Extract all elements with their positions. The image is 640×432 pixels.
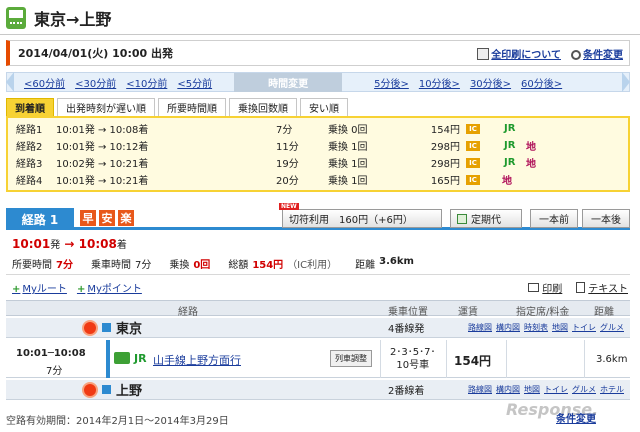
line-link[interactable]: 山手線上野方面行 [153, 352, 241, 368]
change-condition-link[interactable]: 条件変更 [571, 46, 623, 61]
segment-fare: 154円 [454, 354, 492, 368]
arrow-right-icon [622, 72, 630, 92]
my-route-link[interactable]: + Myルート [12, 280, 67, 295]
easy-badge: 楽 [118, 210, 134, 226]
pass-icon [457, 213, 467, 224]
segment-distance: 3.6km [596, 354, 628, 365]
arrival-platform: 2番線着 [388, 386, 425, 397]
cheap-badge: 安 [99, 210, 115, 226]
time-navigation: <60分前 <30分前 <10分前 <5分前 時間変更 5分後> 10分後> 3… [6, 72, 630, 92]
footer-change-condition-link[interactable]: 条件変更 [556, 410, 596, 425]
prev-5-link[interactable]: <5分前 [177, 75, 212, 90]
tab-duration[interactable]: 所要時間順 [158, 98, 226, 116]
hotel-link[interactable]: ホテル [600, 384, 624, 395]
train-adjust-button[interactable]: 列車調整 [330, 350, 372, 367]
printer-icon [477, 48, 490, 60]
ticket-fare-button[interactable]: NEW 切符利用 160円（+6円） [279, 203, 442, 228]
print-links: 印刷 テキスト [528, 280, 628, 295]
commuter-pass-button[interactable]: 定期代 [450, 209, 522, 228]
next-30-link[interactable]: 30分後> [470, 75, 511, 90]
search-condition-bar: 2014/04/01(火) 10:00 出発 全印刷について 条件変更 [6, 40, 630, 66]
segment-time: 10:01─10:08 [16, 348, 86, 359]
validity-period: 空路有効期間：2014年2月1日〜2014年3月29日 [6, 416, 229, 427]
gourmet-link[interactable]: グルメ [600, 322, 624, 333]
car-position: 2･3･5･7･ 10号車 [390, 347, 436, 371]
departure-station-links: 路線図 構内図 時刻表 地図 トイレ グルメ [468, 322, 624, 333]
fast-badge: 早 [80, 210, 96, 226]
ic-icon: IC [466, 140, 480, 151]
station-map-link[interactable]: 構内図 [496, 322, 520, 333]
divider [0, 34, 640, 35]
text-link[interactable]: テキスト [576, 280, 628, 295]
tab-late-departure[interactable]: 出発時刻が遅い順 [57, 98, 155, 116]
departure-platform: 4番線発 [388, 324, 425, 335]
operator-label: JR [134, 352, 147, 365]
summary-times: 10:01発 → 10:08着 [12, 237, 127, 251]
train-icon [6, 7, 26, 29]
detail-table-header: 経路 乗車位置 運賃 指定席/料金 距離 [6, 300, 630, 318]
map-link[interactable]: 地図 [524, 384, 540, 395]
divider [6, 274, 630, 275]
departure-marker-icon [84, 321, 96, 334]
next-train-button[interactable]: 一本後 [582, 209, 630, 228]
arrival-station-row: 上野 2番線着 路線図 構内図 地図 トイレ グルメ ホテル [6, 380, 630, 400]
timetable-link[interactable]: 時刻表 [524, 322, 548, 333]
page-title: 東京→上野 [34, 10, 112, 29]
route-map-link[interactable]: 路線図 [468, 322, 492, 333]
prev-train-button[interactable]: 一本前 [530, 209, 578, 228]
next-60-link[interactable]: 60分後> [521, 75, 562, 90]
segment-duration: 7分 [46, 366, 63, 377]
new-badge: NEW [279, 203, 299, 210]
summary-details: 所要時間 7分 乗車時間 7分 乗換 0回 総額 154円 （IC利用） 距離 3.6km [12, 256, 414, 271]
print-all-link[interactable]: 全印刷について [477, 46, 561, 61]
route-row-4[interactable]: 経路4 10:01発 → 10:21着 20分 乗換 1回 165円 IC 地 [8, 171, 628, 188]
toilet-link[interactable]: トイレ [572, 322, 596, 333]
arrival-station-links: 路線図 構内図 地図 トイレ グルメ ホテル [468, 384, 624, 395]
prev-30-link[interactable]: <30分前 [75, 75, 116, 90]
line-color-bar [106, 340, 110, 378]
route-map-link[interactable]: 路線図 [468, 384, 492, 395]
departure-station-row: 東京 4番線発 路線図 構内図 時刻表 地図 トイレ グルメ [6, 318, 630, 338]
station-map-link[interactable]: 構内図 [496, 384, 520, 395]
arrow-left-icon [6, 72, 14, 92]
print-link[interactable]: 印刷 [528, 280, 562, 295]
toilet-link[interactable]: トイレ [544, 384, 568, 395]
arrival-station-name[interactable]: 上野 [116, 380, 142, 399]
route-list: 経路1 10:01発 → 10:08着 7分 乗換 0回 154円 IC JR 経路2 10:… [6, 116, 630, 192]
ic-icon: IC [466, 157, 480, 168]
prev-10-link[interactable]: <10分前 [126, 75, 167, 90]
tab-cheapest[interactable]: 安い順 [300, 98, 348, 116]
route-row-2[interactable]: 経路2 10:01発 → 10:12着 11分 乗換 1回 298円 IC JR 地 [8, 137, 628, 154]
my-point-link[interactable]: + Myポイント [77, 280, 142, 295]
magnifier-icon [571, 50, 581, 60]
tab-arrival-order[interactable]: 到着順 [6, 98, 54, 116]
tab-transfers[interactable]: 乗換回数順 [229, 98, 297, 116]
printer-icon [528, 283, 540, 292]
route-row-3[interactable]: 経路3 10:02発 → 10:21着 19分 乗換 1回 298円 IC JR 地 [8, 154, 628, 171]
route-detail-tabs: 経路 1 早 安 楽 NEW 切符利用 160円（+6円） 定期代 一本前 一本… [6, 203, 630, 230]
route-row-1[interactable]: 経路1 10:01発 → 10:08着 7分 乗換 0回 154円 IC JR [8, 120, 628, 137]
map-link[interactable]: 地図 [552, 322, 568, 333]
next-5-link[interactable]: 5分後> [374, 75, 409, 90]
station-square-icon [102, 323, 111, 332]
departure-station-name[interactable]: 東京 [116, 318, 142, 337]
train-icon [114, 352, 130, 364]
segment-row: 10:01─10:08 7分 JR 山手線上野方面行 列車調整 2･3･5･7･… [6, 340, 630, 378]
arrival-marker-icon [84, 383, 96, 396]
ic-icon: IC [466, 123, 480, 134]
ic-icon: IC [466, 174, 480, 185]
tab-route-1[interactable]: 経路 1 [6, 208, 74, 230]
station-square-icon [102, 385, 111, 394]
time-change-button[interactable]: 時間変更 [234, 72, 343, 92]
gourmet-link[interactable]: グルメ [572, 384, 596, 395]
next-10-link[interactable]: 10分後> [419, 75, 460, 90]
document-icon [576, 282, 586, 293]
my-links: + Myルート + Myポイント [12, 280, 142, 295]
search-datetime: 2014/04/01(火) 10:00 出発 [18, 47, 173, 60]
title-bar: 東京→上野 [6, 4, 111, 32]
prev-60-link[interactable]: <60分前 [24, 75, 65, 90]
sort-tabs: 到着順 出発時刻が遅い順 所要時間順 乗換回数順 安い順 [6, 98, 348, 116]
